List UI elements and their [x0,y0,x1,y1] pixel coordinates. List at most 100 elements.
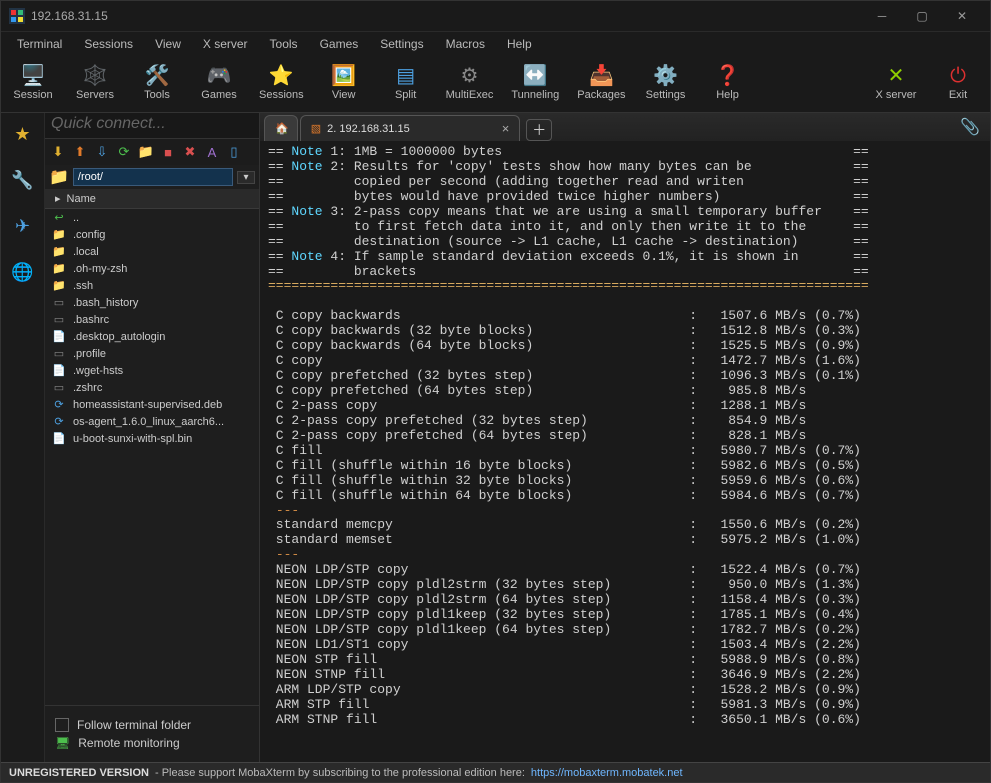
path-input[interactable] [73,168,233,186]
tool-multiexec[interactable]: ⚙MultiExec [446,66,494,101]
file-item[interactable]: ⟳homeassistant-supervised.deb [45,396,259,413]
tool-label: Tunneling [511,89,559,101]
close-button[interactable]: ✕ [942,1,982,31]
tool-servers[interactable]: 🕸️Servers [73,66,117,101]
remote-monitoring-row[interactable]: 🖥 Remote monitoring [55,736,249,750]
file-icon: 📄 [51,330,67,343]
main-area: 🏠 ▧ 2. 192.168.31.15 × ＋ 📎 == Note 1: 1M… [260,113,990,762]
session-icon: 🖥️ [21,66,46,86]
side-strip: ★ 🔧 ✈ 🌐 [1,113,45,762]
tab-close-icon[interactable]: × [502,121,510,136]
file-icon: 📁 [51,228,67,241]
tool-view[interactable]: 🖼️View [322,66,366,101]
file-item[interactable]: 📁.ssh [45,277,259,294]
menu-help[interactable]: Help [497,34,542,54]
tool-split[interactable]: ▤Split [384,66,428,101]
upload-icon[interactable]: ⬆ [71,143,89,161]
tool-x-server[interactable]: ✕ X server [874,66,918,101]
menu-x-server[interactable]: X server [193,34,258,54]
file-icon: 📁 [51,279,67,292]
globe-strip-icon[interactable]: 🌐 [8,257,38,287]
tool-tunneling[interactable]: ↔️ Tunneling [511,66,559,101]
file-item[interactable]: 📁 .config [45,226,259,243]
tools-icon: 🛠️ [145,66,170,86]
file-name: .local [73,246,99,258]
file-item[interactable]: ▭.bashrc [45,311,259,328]
menu-terminal[interactable]: Terminal [7,34,72,54]
file-toolbar: ⬇ ⬆ ⇩ ⟳ 📁 ■ ✖ A ▯ [45,139,259,165]
tools-strip-icon[interactable]: 🔧 [8,165,38,195]
tool-label: Tools [144,89,170,101]
status-link[interactable]: https://mobaxterm.mobatek.net [531,767,683,779]
tool-help[interactable]: ❓Help [706,66,750,101]
file-name: .oh-my-zsh [73,263,127,275]
checkbox-icon[interactable] [55,718,69,732]
file-item[interactable]: ⟳os-agent_1.6.0_linux_aarch6... [45,413,259,430]
new-tab-button[interactable]: ＋ [526,119,552,141]
maximize-button[interactable]: ▢ [902,1,942,31]
download2-icon[interactable]: ⇩ [93,143,111,161]
tool-exit[interactable]: ⏻Exit [936,66,980,101]
paperclip-icon[interactable]: 📎 [960,117,980,137]
file-item[interactable]: ↩.. [45,209,259,226]
delete-icon[interactable]: ✖ [181,143,199,161]
tool-settings[interactable]: ⚙️Settings [644,66,688,101]
path-dropdown[interactable]: ▾ [237,171,255,184]
minimize-button[interactable]: ─ [862,1,902,31]
file-item[interactable]: ▭.profile [45,345,259,362]
tool-label: Sessions [259,89,304,101]
file-icon: ▭ [51,313,67,326]
tool-packages[interactable]: 📥Packages [577,66,625,101]
file-item[interactable]: 📁.oh-my-zsh [45,260,259,277]
file-icon: ↩ [51,211,67,224]
macros-strip-icon[interactable]: ✈ [8,211,38,241]
file-list-header[interactable]: ▸ Name [45,189,259,209]
tool-sessions[interactable]: ⭐Sessions [259,66,304,101]
tool-games[interactable]: 🎮Games [197,66,241,101]
folder-icon: 📁 [49,167,69,187]
file-name: .config [73,229,105,241]
tool-session[interactable]: 🖥️Session [11,66,55,101]
tool-tools[interactable]: 🛠️ Tools [135,66,179,101]
file-item[interactable]: 📁 .local [45,243,259,260]
file-item[interactable]: 📄u-boot-sunxi-with-spl.bin [45,430,259,447]
properties-icon[interactable]: ▯ [225,143,243,161]
new-folder-icon[interactable]: 📁 [137,143,155,161]
tool-label: X server [876,89,917,101]
packages-icon: 📥 [589,66,614,86]
menu-view[interactable]: View [145,34,191,54]
follow-terminal-row[interactable]: Follow terminal folder [55,718,249,732]
menu-tools[interactable]: Tools [260,34,308,54]
home-tab[interactable]: 🏠 [264,115,298,141]
menu-games[interactable]: Games [310,34,369,54]
games-icon: 🎮 [207,66,232,86]
refresh-icon[interactable]: ⟳ [115,143,133,161]
terminal[interactable]: == Note 1: 1MB = 1000000 bytes == == Not… [260,141,990,762]
stop-icon[interactable]: ■ [159,143,177,161]
file-list: ↩..📁.config📁.local📁.oh-my-zsh📁.ssh▭.bash… [45,209,259,705]
menu-settings[interactable]: Settings [370,34,433,54]
file-name: .. [73,212,79,224]
file-item[interactable]: ▭.zshrc [45,379,259,396]
file-item[interactable]: ▭.bash_history [45,294,259,311]
file-icon: 📁 [51,245,67,258]
menu-sessions[interactable]: Sessions [74,34,143,54]
file-icon: ▭ [51,296,67,309]
file-icon: ▭ [51,381,67,394]
file-item[interactable]: 📄.desktop_autologin [45,328,259,345]
follow-terminal-label: Follow terminal folder [77,718,191,732]
quick-connect[interactable]: Quick connect... [45,113,259,139]
settings-icon: ⚙️ [653,66,678,86]
favorites-icon[interactable]: ★ [8,119,38,149]
tool-label: Servers [76,89,114,101]
tab-bar: 🏠 ▧ 2. 192.168.31.15 × ＋ 📎 [260,113,990,141]
session-tab[interactable]: ▧ 2. 192.168.31.15 × [300,115,521,141]
tunneling-icon: ↔️ [523,66,548,86]
tool-label: MultiExec [446,89,494,101]
content: ★ 🔧 ✈ 🌐 Quick connect... ⬇ ⬆ ⇩ ⟳ 📁 ■ ✖ A… [1,113,990,762]
menu-macros[interactable]: Macros [436,34,495,54]
file-item[interactable]: 📄.wget-hsts [45,362,259,379]
text-icon[interactable]: A [203,143,221,161]
x-server-icon: ✕ [888,66,905,86]
download-icon[interactable]: ⬇ [49,143,67,161]
